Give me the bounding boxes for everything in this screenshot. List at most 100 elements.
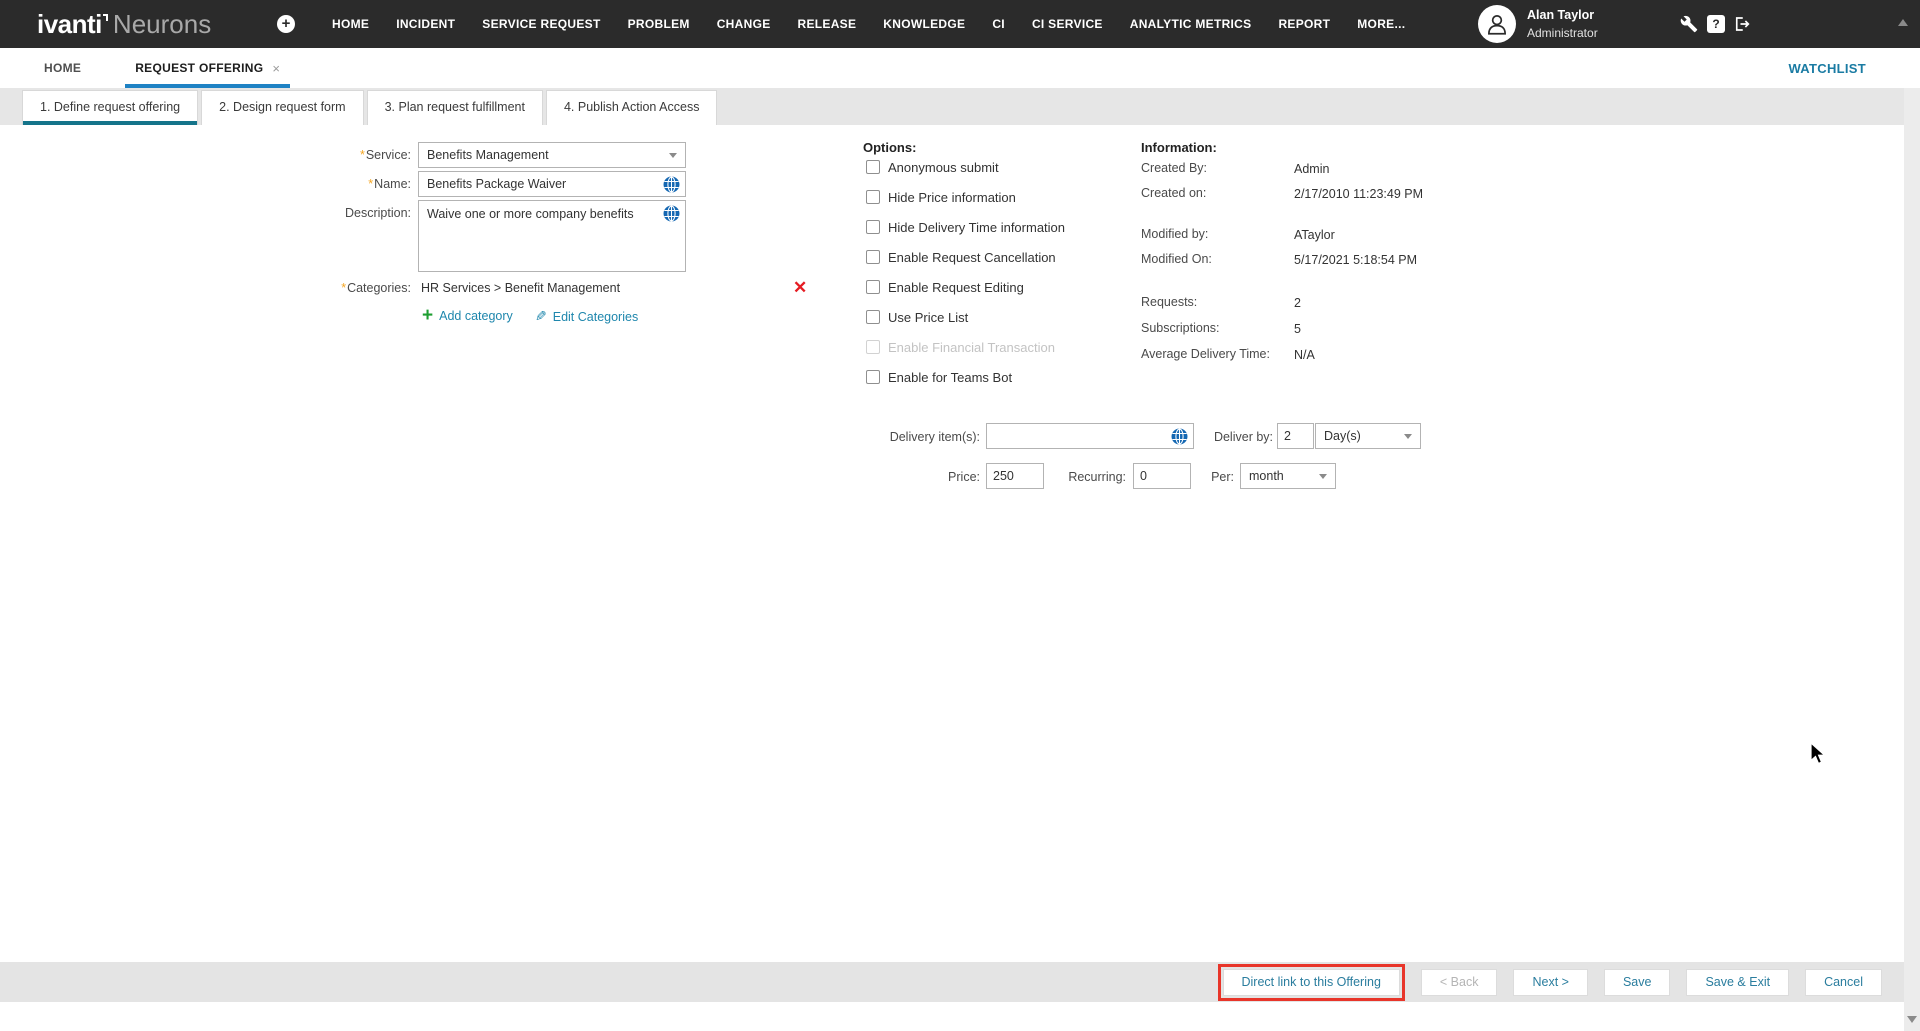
- menu-change[interactable]: CHANGE: [717, 17, 771, 31]
- chevron-down-icon: [669, 153, 677, 158]
- brand-neurons: Neurons: [113, 9, 211, 39]
- per-select[interactable]: month: [1240, 463, 1336, 489]
- menu-more[interactable]: MORE...: [1357, 17, 1405, 31]
- user-avatar[interactable]: [1478, 5, 1516, 43]
- checkbox[interactable]: [866, 250, 880, 264]
- created-on-label: Created on:: [1141, 186, 1206, 200]
- add-icon: +: [422, 308, 433, 324]
- wizard-step-bar: 1. Define request offering 2. Design req…: [0, 88, 1920, 125]
- workspace-tab-request-offering[interactable]: REQUEST OFFERING ×: [125, 48, 290, 88]
- checkbox[interactable]: [866, 160, 880, 174]
- translate-globe-icon[interactable]: [663, 205, 680, 222]
- remove-category-icon[interactable]: ✕: [793, 279, 807, 296]
- step-design-request-form[interactable]: 2. Design request form: [201, 90, 363, 125]
- workspace-tab-home[interactable]: HOME: [44, 61, 81, 75]
- requests-value: 2: [1294, 295, 1428, 312]
- deliver-by-field[interactable]: 2: [1277, 423, 1314, 449]
- scroll-up-arrow-icon[interactable]: [1898, 19, 1908, 26]
- average-delivery-time-value: N/A: [1294, 347, 1428, 364]
- main-menu: HOME INCIDENT SERVICE REQUEST PROBLEM CH…: [332, 0, 1405, 48]
- menu-incident[interactable]: INCIDENT: [396, 17, 455, 31]
- option-enable-request-editing: Enable Request Editing: [866, 279, 1024, 295]
- save-and-exit-button[interactable]: Save & Exit: [1686, 969, 1789, 996]
- option-anonymous-submit: Anonymous submit: [866, 159, 999, 175]
- red-highlight-annotation: Direct link to this Offering: [1218, 964, 1405, 1001]
- menu-report[interactable]: REPORT: [1278, 17, 1330, 31]
- top-navigation-bar: ivantiNeurons + HOME INCIDENT SERVICE RE…: [0, 0, 1920, 48]
- quick-add-icon[interactable]: +: [277, 15, 295, 33]
- cancel-button[interactable]: Cancel: [1805, 969, 1882, 996]
- delivery-items-field[interactable]: [986, 423, 1194, 449]
- checkbox[interactable]: [866, 220, 880, 234]
- menu-service-request[interactable]: SERVICE REQUEST: [482, 17, 600, 31]
- step-plan-request-fulfillment[interactable]: 3. Plan request fulfillment: [367, 90, 543, 125]
- checkbox[interactable]: [866, 280, 880, 294]
- information-header: Information:: [1141, 140, 1217, 155]
- deliver-by-label: Deliver by:: [1205, 430, 1273, 444]
- help-icon[interactable]: ?: [1707, 15, 1725, 33]
- menu-ci[interactable]: CI: [992, 17, 1005, 31]
- logout-icon[interactable]: [1733, 15, 1751, 33]
- created-on-value: 2/17/2010 11:23:49 PM: [1294, 186, 1428, 203]
- deliver-by-unit-value: Day(s): [1324, 429, 1361, 443]
- created-by-label: Created By:: [1141, 161, 1207, 175]
- subscriptions-label: Subscriptions:: [1141, 321, 1220, 335]
- option-hide-delivery-time-information: Hide Delivery Time information: [866, 219, 1065, 235]
- delivery-items-label: Delivery item(s):: [854, 430, 980, 444]
- modified-by-value: ATaylor: [1294, 227, 1428, 244]
- settings-wrench-icon[interactable]: [1680, 15, 1698, 33]
- service-select[interactable]: Benefits Management: [418, 142, 686, 168]
- chevron-down-icon: [1404, 434, 1412, 439]
- name-label: *Name:: [240, 177, 411, 191]
- workspace-tab-label: REQUEST OFFERING: [135, 61, 263, 75]
- step-publish-action-access[interactable]: 4. Publish Action Access: [546, 90, 718, 125]
- checkbox[interactable]: [866, 190, 880, 204]
- deliver-by-unit-select[interactable]: Day(s): [1315, 423, 1421, 449]
- direct-link-button[interactable]: Direct link to this Offering: [1223, 969, 1400, 996]
- menu-knowledge[interactable]: KNOWLEDGE: [883, 17, 965, 31]
- save-button[interactable]: Save: [1604, 969, 1671, 996]
- per-label: Per:: [1180, 470, 1234, 484]
- user-role: Administrator: [1527, 26, 1598, 40]
- menu-home[interactable]: HOME: [332, 17, 369, 31]
- per-select-value: month: [1249, 469, 1284, 483]
- name-field[interactable]: Benefits Package Waiver: [418, 171, 686, 197]
- price-field[interactable]: 250: [986, 463, 1044, 489]
- categories-value: HR Services > Benefit Management: [421, 281, 620, 295]
- next-button[interactable]: Next >: [1513, 969, 1587, 996]
- menu-ci-service[interactable]: CI SERVICE: [1032, 17, 1103, 31]
- translate-globe-icon[interactable]: [663, 176, 680, 193]
- chevron-down-icon: [1319, 474, 1327, 479]
- checkbox[interactable]: [866, 370, 880, 384]
- vertical-scrollbar[interactable]: [1904, 88, 1920, 1031]
- modified-on-value: 5/17/2021 5:18:54 PM: [1294, 252, 1428, 269]
- service-select-value: Benefits Management: [427, 148, 549, 162]
- option-enable-request-cancellation: Enable Request Cancellation: [866, 249, 1056, 265]
- mouse-cursor: [1810, 742, 1832, 766]
- edit-categories-button[interactable]: ✎ Edit Categories: [535, 308, 638, 325]
- scroll-down-arrow-icon[interactable]: [1907, 1016, 1917, 1023]
- watchlist-link[interactable]: WATCHLIST: [1788, 61, 1866, 76]
- modified-by-label: Modified by:: [1141, 227, 1208, 241]
- description-field[interactable]: Waive one or more company benefits: [418, 200, 686, 272]
- average-delivery-time-label: Average Delivery Time:: [1141, 347, 1270, 361]
- add-category-button[interactable]: + Add category: [422, 308, 513, 324]
- description-field-value: Waive one or more company benefits: [427, 207, 634, 221]
- option-use-price-list: Use Price List: [866, 309, 968, 325]
- add-category-label: Add category: [439, 309, 513, 323]
- modified-on-label: Modified On:: [1141, 252, 1212, 266]
- menu-release[interactable]: RELEASE: [798, 17, 857, 31]
- step-define-request-offering[interactable]: 1. Define request offering: [22, 90, 198, 125]
- categories-label: *Categories:: [240, 281, 411, 295]
- option-enable-financial-transaction: Enable Financial Transaction: [866, 339, 1055, 355]
- close-tab-icon[interactable]: ×: [272, 61, 280, 76]
- menu-problem[interactable]: PROBLEM: [628, 17, 690, 31]
- translate-globe-icon[interactable]: [1171, 428, 1188, 445]
- edit-pencil-icon: ✎: [535, 308, 547, 325]
- menu-analytic-metrics[interactable]: ANALYTIC METRICS: [1130, 17, 1252, 31]
- person-icon: [1484, 11, 1510, 37]
- checkbox[interactable]: [866, 310, 880, 324]
- workspace-tab-row: HOME REQUEST OFFERING × WATCHLIST: [0, 48, 1904, 88]
- back-button: < Back: [1421, 969, 1498, 996]
- required-marker: *: [360, 148, 365, 162]
